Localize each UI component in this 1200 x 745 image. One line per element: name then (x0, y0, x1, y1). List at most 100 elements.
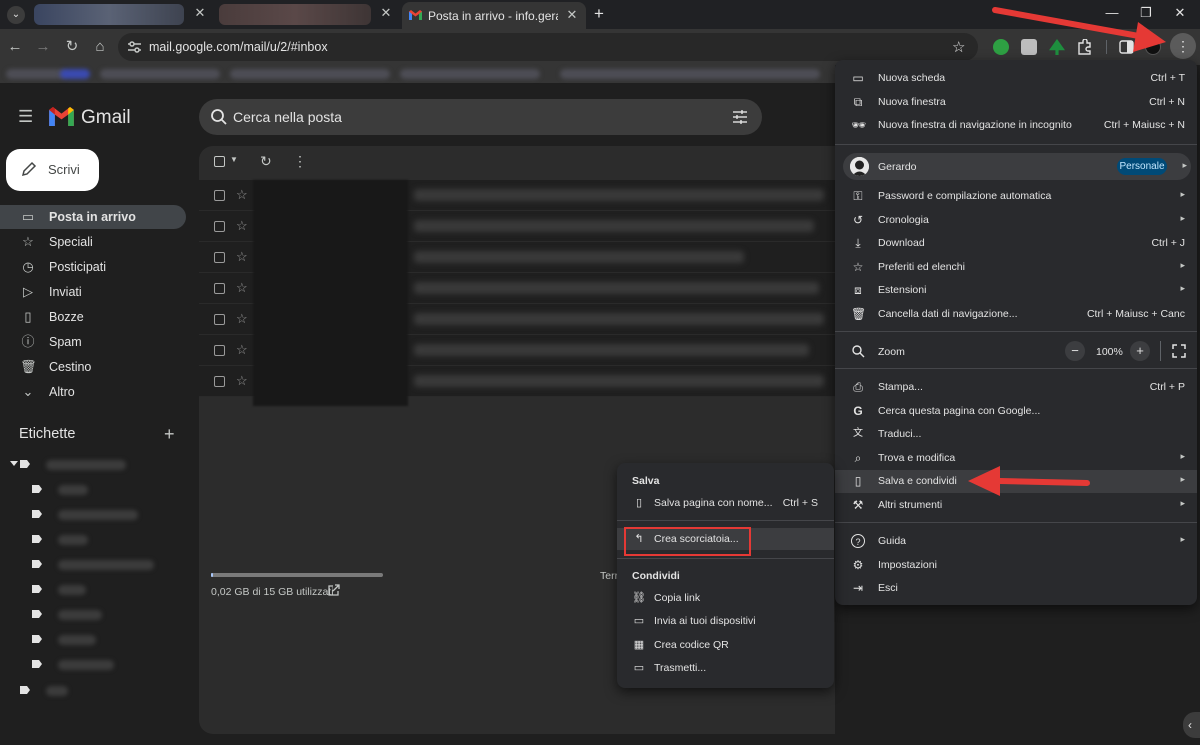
camera-extension-icon[interactable] (1021, 39, 1037, 55)
menu-item-download[interactable]: ⤓ Download Ctrl + J (835, 232, 1197, 255)
label-tag-icon[interactable] (32, 610, 42, 618)
label-item[interactable] (58, 635, 96, 645)
chrome-menu-button[interactable]: ⋮ (1170, 33, 1196, 59)
label-caret-icon[interactable] (10, 461, 18, 466)
menu-item-salva-condividi[interactable]: ▯ Salva e condividi ▸ (835, 470, 1197, 493)
minimize-icon[interactable]: — (1104, 5, 1120, 21)
submenu-item-qr-code[interactable]: ▦ Crea codice QR (617, 634, 834, 656)
zoom-in-button[interactable]: + (1130, 341, 1150, 361)
tab-1[interactable] (34, 4, 184, 25)
row-star-icon[interactable]: ☆ (236, 280, 248, 296)
label-item[interactable] (58, 535, 88, 545)
external-link-icon[interactable] (327, 584, 340, 597)
row-checkbox[interactable] (214, 283, 225, 294)
home-icon[interactable]: ⌂ (91, 38, 109, 56)
sidebar-item-drafts[interactable]: ▯ Bozze (0, 305, 186, 329)
submenu-item-save-page[interactable]: ▯ Salva pagina con nome... Ctrl + S (617, 492, 834, 514)
menu-item-estensioni[interactable]: ⧈ Estensioni ▸ (835, 279, 1197, 302)
reload-icon[interactable]: ↻ (63, 38, 81, 56)
tab-1-close-icon[interactable]: ✕ (193, 6, 207, 20)
submenu-item-send-devices[interactable]: ▭ Invia ai tuoi dispositivi (617, 610, 834, 632)
bookmark-item[interactable] (230, 69, 390, 79)
menu-item-incognito[interactable]: 🕶 Nuova finestra di navigazione in incog… (835, 114, 1197, 137)
label-tag-icon[interactable] (32, 485, 42, 493)
extension-green-icon[interactable] (993, 39, 1009, 55)
site-info-icon[interactable] (128, 41, 141, 53)
tab-2[interactable] (219, 4, 371, 25)
show-side-panel-button[interactable]: ‹ (1183, 712, 1200, 738)
label-item[interactable] (58, 660, 114, 670)
mail-search-bar[interactable]: Cerca nella posta (199, 99, 762, 135)
menu-item-nuova-scheda[interactable]: ▭ Nuova scheda Ctrl + T (835, 67, 1197, 90)
menu-item-impostazioni[interactable]: ⚙ Impostazioni (835, 554, 1197, 577)
sidebar-item-starred[interactable]: ☆ Speciali (0, 230, 186, 254)
close-window-icon[interactable]: ✕ (1172, 5, 1188, 21)
forward-icon[interactable]: → (34, 38, 52, 56)
menu-item-altri-strumenti[interactable]: ⚒ Altri strumenti ▸ (835, 494, 1197, 517)
menu-item-cerca-google[interactable]: G Cerca questa pagina con Google... (835, 400, 1197, 423)
bookmark-item[interactable] (6, 69, 66, 79)
row-checkbox[interactable] (214, 221, 225, 232)
terms-link[interactable]: Terr (600, 570, 618, 582)
submenu-item-cast[interactable]: ▭ Trasmetti... (617, 657, 834, 679)
row-star-icon[interactable]: ☆ (236, 187, 248, 203)
row-star-icon[interactable]: ☆ (236, 218, 248, 234)
profile-menu-item[interactable]: Gerardo Personale ▸ (843, 153, 1191, 180)
menu-item-esci[interactable]: ⇥ Esci (835, 577, 1197, 600)
label-tag-icon[interactable] (32, 660, 42, 668)
maximize-icon[interactable]: ❐ (1138, 5, 1154, 21)
menu-item-trova[interactable]: ⌕ Trova e modifica ▸ (835, 447, 1197, 470)
sidebar-item-inbox[interactable]: ▭ Posta in arrivo (0, 205, 186, 229)
sidebar-item-snoozed[interactable]: ◷ Posticipati (0, 255, 186, 279)
label-item[interactable] (58, 585, 86, 595)
label-tag-icon[interactable] (32, 585, 42, 593)
address-bar[interactable]: mail.google.com/mail/u/2/#inbox ☆ (118, 33, 978, 61)
search-icon[interactable] (210, 108, 228, 126)
tab-close-icon[interactable]: ✕ (565, 8, 579, 22)
sidebar-item-sent[interactable]: ▷ Inviati (0, 280, 186, 304)
sidebar-item-spam[interactable]: ⓘ Spam (0, 330, 186, 354)
row-checkbox[interactable] (214, 314, 225, 325)
menu-item-nuova-finestra[interactable]: ⧉ Nuova finestra Ctrl + N (835, 91, 1197, 114)
tab-gmail-active[interactable]: Posta in arrivo - info.gerardopa ✕ (402, 2, 586, 29)
submenu-item-copy-link[interactable]: ⛓ Copia link (617, 587, 834, 609)
row-star-icon[interactable]: ☆ (236, 342, 248, 358)
menu-item-guida[interactable]: ? Guida ▸ (835, 530, 1197, 553)
sidebar-item-more[interactable]: ⌄ Altro (0, 380, 186, 404)
bookmark-item[interactable] (560, 69, 820, 79)
label-item[interactable] (58, 510, 138, 520)
label-tag-icon[interactable] (32, 560, 42, 568)
side-panel-icon[interactable] (1119, 40, 1134, 54)
row-checkbox[interactable] (214, 252, 225, 263)
menu-item-password[interactable]: ⚿ Password e compilazione automatica ▸ (835, 185, 1197, 208)
menu-item-stampa[interactable]: ⎙ Stampa... Ctrl + P (835, 376, 1197, 399)
label-item[interactable] (58, 485, 88, 495)
label-tag-icon[interactable] (32, 510, 42, 518)
select-all-checkbox[interactable] (214, 156, 225, 167)
label-tag-icon[interactable] (32, 635, 42, 643)
back-icon[interactable]: ← (6, 38, 24, 56)
menu-item-cronologia[interactable]: ↺ Cronologia ▸ (835, 209, 1197, 232)
bookmark-item[interactable] (400, 69, 540, 79)
label-item[interactable] (58, 610, 102, 620)
row-checkbox[interactable] (214, 345, 225, 356)
label-item[interactable] (46, 686, 68, 696)
row-star-icon[interactable]: ☆ (236, 373, 248, 389)
label-tag-icon[interactable] (32, 535, 42, 543)
tab-2-close-icon[interactable]: ✕ (379, 6, 393, 20)
main-menu-icon[interactable]: ☰ (18, 108, 36, 126)
tab-search-button[interactable]: ⌄ (7, 6, 25, 24)
label-item[interactable] (46, 460, 126, 470)
sidebar-item-trash[interactable]: 🗑 Cestino (0, 355, 186, 379)
label-item[interactable] (58, 560, 154, 570)
fullscreen-icon[interactable] (1172, 344, 1186, 358)
zoom-out-button[interactable]: − (1065, 341, 1085, 361)
extensions-puzzle-icon[interactable] (1077, 39, 1093, 55)
search-options-icon[interactable] (732, 109, 748, 125)
refresh-icon[interactable]: ↻ (260, 153, 272, 170)
row-checkbox[interactable] (214, 376, 225, 387)
row-checkbox[interactable] (214, 190, 225, 201)
bookmark-item[interactable] (100, 69, 220, 79)
more-actions-icon[interactable]: ⋮ (293, 153, 307, 170)
new-tab-button[interactable]: + (594, 4, 604, 24)
